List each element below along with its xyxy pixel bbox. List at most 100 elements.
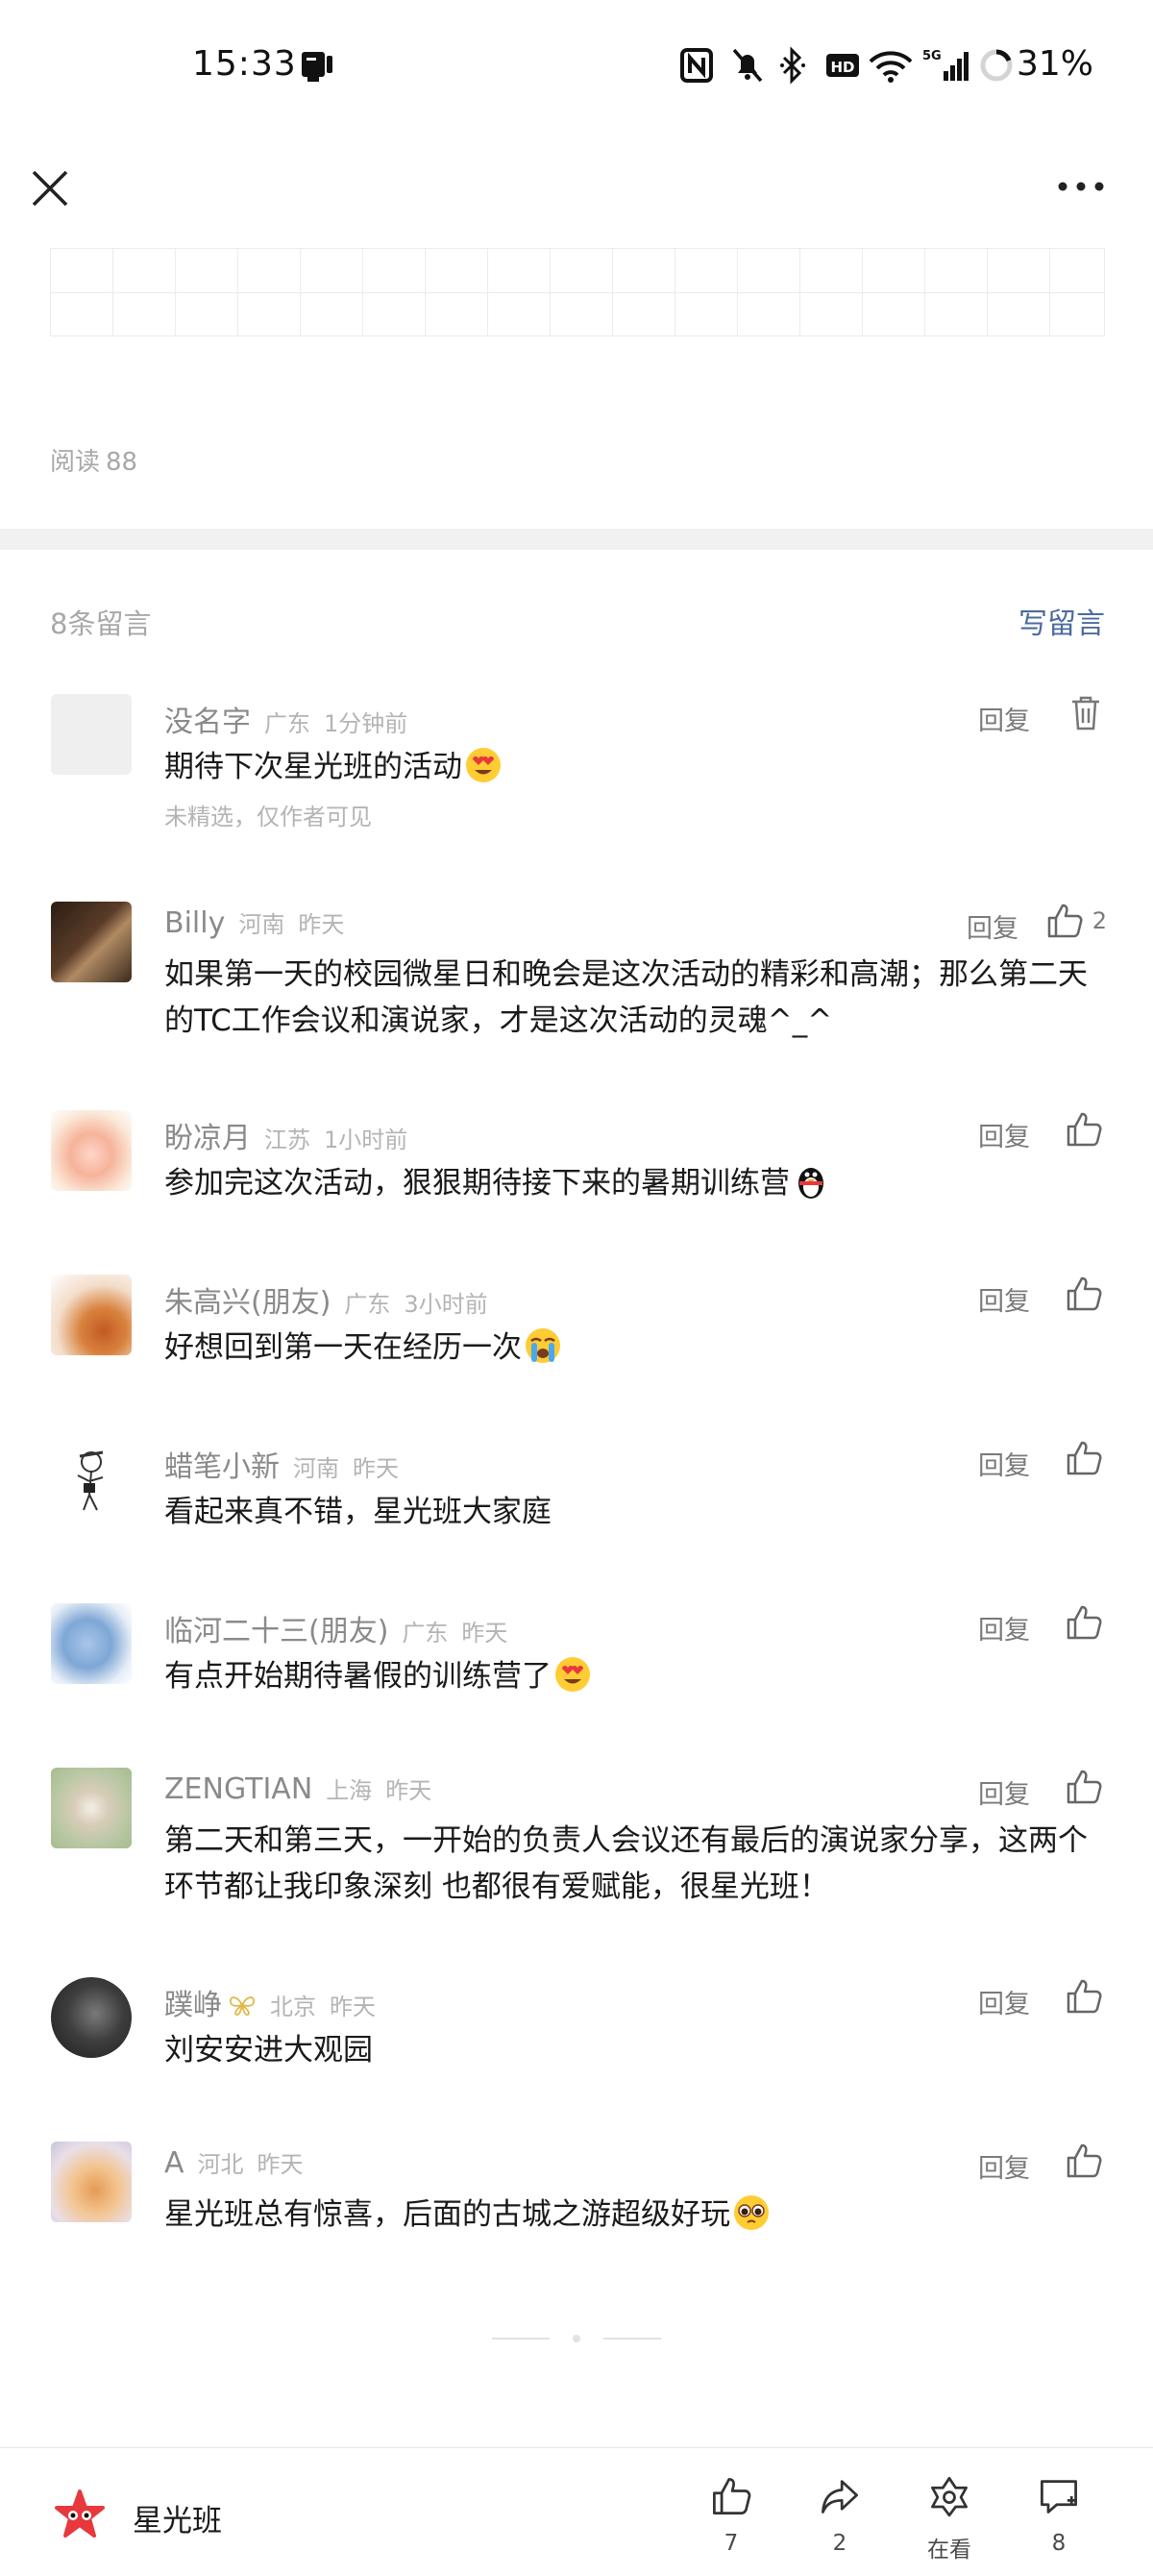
comment-text: 刘安安进大观园 (164, 2033, 373, 2068)
comment-text: 看起来真不错，星光班大家庭 (164, 1495, 552, 1529)
comment-meta: 盼凉月 江苏 1小时前 (164, 1114, 407, 1156)
heart-eyes-emoji-icon (466, 748, 501, 782)
share-count: 2 (832, 2531, 847, 2556)
avatar[interactable] (51, 902, 132, 982)
comment-add-icon (1041, 2480, 1077, 2514)
thumbs-up-icon[interactable] (1065, 1275, 1103, 1313)
reply-button[interactable]: 回复 (978, 700, 1030, 737)
avatar[interactable] (51, 1603, 132, 1684)
read-label: 阅读 (50, 448, 101, 477)
screen-record-icon (302, 52, 332, 82)
read-count: 阅读 88 (50, 442, 137, 478)
thumbs-up-icon[interactable] (1065, 2142, 1103, 2180)
wow-flower-icon (931, 2476, 968, 2517)
avatar[interactable] (51, 1768, 132, 1848)
commenter-name[interactable]: 没名字 (164, 706, 251, 739)
comment-text: 期待下次星光班的活动 (164, 744, 1096, 790)
comment-body: 期待下次星光班的活动 (164, 750, 462, 784)
comment-meta: 蹼峥 北京 昨天 (164, 1981, 376, 2023)
reply-button[interactable]: 回复 (967, 907, 1018, 945)
comment-time: 昨天 (257, 2151, 304, 2178)
reply-button[interactable]: 回复 (978, 2147, 1030, 2185)
avatar[interactable] (51, 1275, 132, 1355)
comment-body: 好想回到第一天在经历一次 (164, 1330, 522, 1365)
thumbs-up-icon[interactable] (1065, 1768, 1103, 1806)
comment-body: 有点开始期待暑假的训练营了 (164, 1659, 552, 1694)
reply-button[interactable]: 回复 (978, 1983, 1030, 2020)
avatar-sketch-image (77, 1450, 104, 1511)
share-icon (822, 2480, 858, 2514)
bluetooth-icon (780, 46, 805, 85)
like-count: 2 (1092, 907, 1107, 934)
section-divider (0, 529, 1153, 550)
heart-eyes-emoji-icon (555, 1657, 590, 1692)
avatar[interactable] (51, 694, 132, 775)
comment-meta: 蜡笔小新 河南 昨天 (164, 1443, 399, 1485)
avatar[interactable] (51, 1977, 132, 2058)
wow-label: 在看 (927, 2538, 971, 2563)
reply-button[interactable]: 回复 (978, 1116, 1030, 1153)
commenter-name[interactable]: Billy (164, 906, 225, 940)
commenter-location: 河北 (197, 2151, 244, 2178)
comment-text: 星光班总有惊喜，后面的古城之游超级好玩 (164, 2192, 1096, 2238)
nfc-icon (680, 48, 713, 83)
commenter-name[interactable]: 蜡笔小新 (164, 1450, 280, 1484)
thumbs-up-icon[interactable] (1065, 1603, 1103, 1642)
battery-ring-icon (980, 49, 1013, 82)
commenter-name[interactable]: A (164, 2146, 184, 2180)
share-button[interactable]: 2 (792, 2475, 888, 2556)
commenter-name[interactable]: 临河二十三(朋友) (164, 1615, 388, 1648)
mute-bell-icon (732, 48, 763, 83)
comment-meta: ZENGTIAN 上海 昨天 (164, 1771, 431, 1806)
wifi-icon (869, 51, 913, 83)
comment-meta: 没名字 广东 1分钟前 (164, 698, 407, 740)
account-logo-icon[interactable] (53, 2489, 107, 2542)
pleading-emoji-icon (734, 2195, 769, 2230)
avatar[interactable] (51, 2142, 132, 2222)
commenter-location: 北京 (270, 1994, 316, 2020)
read-number: 88 (106, 448, 138, 477)
reply-button[interactable]: 回复 (978, 1445, 1030, 1482)
penguin-emoji-icon (798, 1168, 823, 1199)
like-article-button[interactable]: 7 (683, 2475, 779, 2556)
close-icon[interactable] (27, 165, 73, 211)
comment-button[interactable]: 8 (1011, 2475, 1107, 2556)
thumbs-up-icon[interactable] (1045, 902, 1084, 940)
wow-button[interactable]: 在看 (901, 2475, 997, 2564)
comment-time: 昨天 (461, 1620, 508, 1647)
commenter-location: 广东 (264, 710, 310, 737)
commenter-name[interactable]: 蹼峥 (164, 1989, 222, 2022)
article-table-fragment (50, 248, 1105, 336)
comment-body: 参加完这次活动，狠狠期待接下来的暑期训练营 (164, 1166, 790, 1201)
commenter-name[interactable]: 盼凉月 (164, 1122, 251, 1155)
reply-button[interactable]: 回复 (978, 1280, 1030, 1318)
svg-text:5G: 5G (922, 49, 942, 63)
thumbs-up-icon[interactable] (1065, 1439, 1103, 1477)
commenter-name[interactable]: ZENGTIAN (164, 1772, 312, 1806)
comment-text: 如果第一天的校园微星日和晚会是这次活动的精彩和高潮；那么第二天的TC工作会议和演… (164, 957, 1088, 1038)
reply-button[interactable]: 回复 (978, 1609, 1030, 1647)
commenter-location: 河南 (293, 1455, 339, 1482)
comment-text: 好想回到第一天在经历一次 (164, 1325, 1096, 1371)
comments-count: 8条留言 (50, 607, 152, 640)
comment-meta: 朱高兴(朋友) 广东 3小时前 (164, 1278, 488, 1321)
avatar[interactable] (51, 1439, 132, 1520)
commenter-name[interactable]: 朱高兴(朋友) (164, 1286, 331, 1320)
hd-icon: HD (826, 54, 859, 77)
thumbs-up-icon[interactable] (1065, 1110, 1103, 1149)
like-count: 7 (724, 2531, 739, 2556)
commenter-location: 广东 (402, 1620, 449, 1647)
comment-time: 昨天 (385, 1777, 432, 1804)
account-name[interactable]: 星光班 (133, 2496, 222, 2539)
thumbs-up-icon[interactable] (1065, 1977, 1103, 2016)
reply-button[interactable]: 回复 (978, 1773, 1030, 1811)
comment-visibility-note: 未精选，仅作者可见 (164, 804, 372, 830)
pager-indicator (492, 2335, 661, 2342)
comment-meta: Billy 河南 昨天 (164, 905, 344, 940)
more-icon[interactable] (1055, 167, 1107, 206)
avatar[interactable] (51, 1110, 132, 1191)
butterfly-icon (230, 1996, 255, 2016)
trash-icon[interactable] (1068, 694, 1103, 732)
write-comment-link[interactable]: 写留言 (1018, 600, 1105, 642)
comment-count: 8 (1051, 2531, 1067, 2556)
